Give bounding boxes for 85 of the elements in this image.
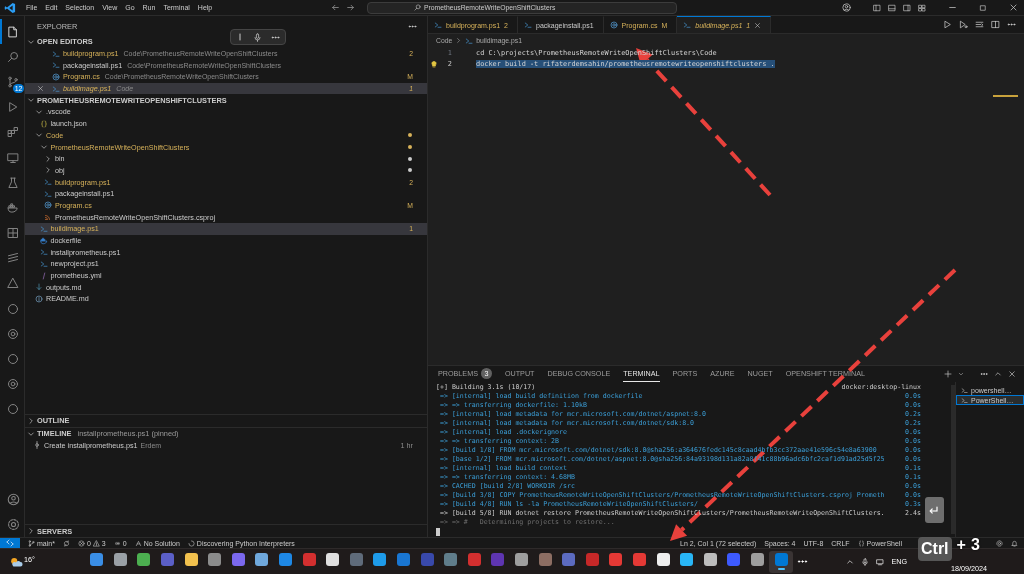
forward-arrow-icon[interactable] — [346, 3, 355, 12]
panel-bottom-icon[interactable] — [888, 3, 896, 12]
split-editor-icon[interactable] — [991, 20, 1000, 29]
display-icon[interactable] — [876, 557, 885, 566]
text-cursor — [436, 528, 440, 536]
prompt-icon — [52, 84, 60, 93]
prompt-icon — [39, 259, 48, 268]
more-icon[interactable] — [1007, 20, 1016, 29]
flask-icon — [7, 176, 19, 189]
branch-icon — [28, 539, 35, 547]
bell-icon[interactable] — [1011, 539, 1018, 547]
circle-icon — [7, 403, 19, 416]
more-icon[interactable] — [980, 370, 988, 378]
account-icon[interactable] — [6, 492, 20, 506]
terminal-icon — [961, 386, 968, 394]
triangle-icon — [7, 277, 19, 290]
keystroke-label: Ctrl — [918, 537, 952, 561]
remote-button[interactable] — [0, 538, 20, 548]
caret-up-icon[interactable] — [994, 370, 1002, 378]
prompt-icon — [465, 36, 474, 45]
caret-up-icon[interactable] — [846, 557, 855, 566]
panel-right-icon[interactable] — [903, 3, 911, 12]
panel-left-icon[interactable] — [873, 3, 881, 12]
list-icon[interactable] — [975, 20, 984, 29]
chevron-down-icon[interactable] — [958, 371, 964, 377]
error-icon — [77, 539, 85, 547]
lightbulb-icon[interactable] — [430, 59, 438, 68]
ring-icon — [7, 378, 19, 391]
search-icon — [7, 50, 19, 63]
close-icon[interactable] — [754, 21, 762, 29]
prompt-icon — [39, 224, 48, 233]
arrow-down-icon — [35, 283, 43, 292]
enter-key-overlay: ↵ — [925, 497, 944, 523]
blocks-icon — [7, 126, 19, 139]
warning-icon — [92, 539, 100, 547]
info-icon — [35, 294, 43, 303]
circle-icon — [7, 302, 19, 315]
feed-icon — [44, 213, 52, 222]
grid-icon — [7, 227, 19, 240]
spinner-icon — [187, 539, 195, 547]
keystroke-label: 3 — [970, 537, 980, 553]
close-icon[interactable] — [1009, 3, 1018, 12]
ring-icon — [609, 21, 618, 29]
prompt-icon — [39, 248, 48, 257]
files-icon — [7, 25, 19, 38]
search-icon — [414, 4, 421, 11]
prompt-icon — [524, 21, 532, 29]
mic-icon[interactable] — [861, 557, 870, 566]
chevron-right-icon — [455, 37, 463, 44]
close-icon[interactable] — [1008, 370, 1016, 378]
back-arrow-icon[interactable] — [331, 3, 340, 12]
monitor-icon — [7, 151, 19, 164]
branch-icon — [7, 75, 19, 88]
commit-icon — [33, 441, 41, 450]
close-icon[interactable] — [36, 85, 44, 93]
maximize-icon[interactable] — [979, 3, 987, 12]
ring-icon — [7, 327, 19, 340]
debug-run-icon[interactable] — [959, 20, 968, 29]
ring-icon — [44, 201, 52, 210]
settings-icon[interactable] — [6, 517, 20, 531]
whale-icon — [7, 201, 19, 214]
sync-icon[interactable] — [62, 539, 70, 547]
person-icon[interactable] — [842, 3, 851, 12]
terminal-icon — [961, 396, 968, 404]
ring-icon — [52, 72, 60, 81]
play-icon — [7, 101, 19, 114]
remote-icon — [6, 539, 14, 547]
prompt-icon — [44, 178, 52, 187]
prompt-icon — [683, 21, 692, 29]
logo-icon[interactable] — [4, 1, 16, 14]
app-icon[interactable] — [769, 550, 793, 573]
circle-icon — [7, 353, 19, 366]
run-icon[interactable] — [943, 20, 952, 29]
plus-icon[interactable] — [944, 370, 952, 378]
keystroke-label: + — [956, 537, 966, 553]
layout-grid-icon[interactable] — [918, 3, 926, 12]
braces-icon — [39, 119, 48, 128]
braces-icon — [857, 539, 865, 547]
prompt-icon — [52, 49, 60, 58]
prompt-icon — [52, 61, 60, 70]
lines-icon — [7, 252, 19, 265]
prompt-icon — [44, 189, 52, 198]
prompt-icon — [434, 21, 442, 29]
mic-icon[interactable] — [253, 32, 262, 42]
whale-icon — [39, 236, 48, 245]
